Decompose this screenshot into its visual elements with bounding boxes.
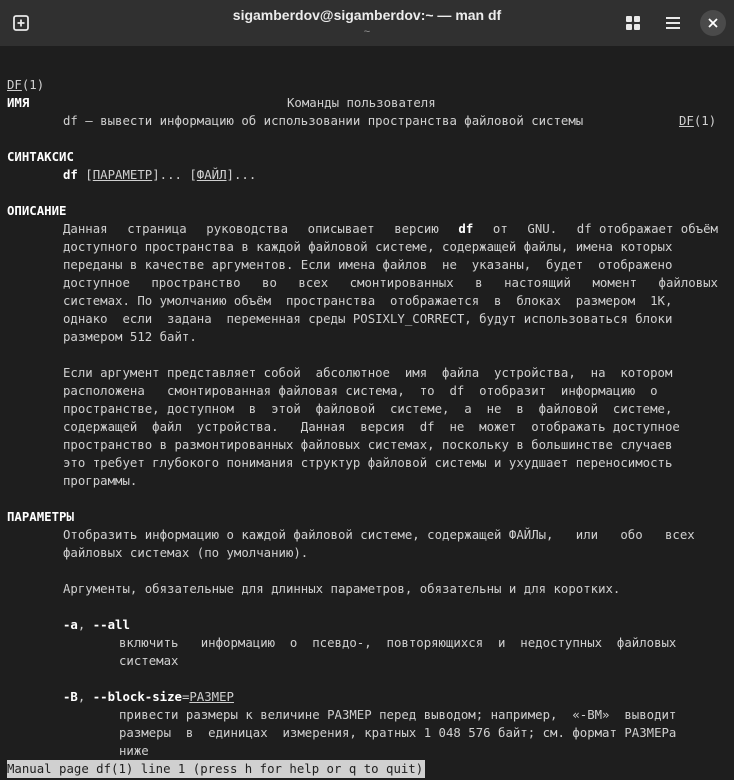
section-name-text: df — вывести информацию об использовании… <box>63 114 584 128</box>
opt-line-1: Отобразить информацию о каждой файловой … <box>63 528 695 542</box>
section-description-heading: ОПИСАНИЕ <box>7 204 67 218</box>
title-bar: sigamberdov@sigamberdov:~ — man df ~ <box>0 0 734 46</box>
close-icon <box>708 18 718 28</box>
section-options-heading: ПАРАМЕТРЫ <box>7 510 74 524</box>
tab-overview-button[interactable] <box>619 9 647 37</box>
desc-line-1: Данная страница руководства описывает версию… <box>63 222 718 236</box>
terminal-window: sigamberdov@sigamberdov:~ — man df ~ DF(… <box>0 0 734 780</box>
desc2-line-2: расположена смонтированная файловая сист… <box>63 384 658 398</box>
option-a-desc-1: включить информацию о псевдо-, повторяющ… <box>119 636 677 650</box>
desc-line-5: системах. По умолчанию объём пространств… <box>63 294 673 308</box>
desc2-line-1: Если аргумент представляет собой абсолют… <box>63 366 673 380</box>
pager-status-bar: Manual page df(1) line 1 (press h for he… <box>7 760 426 778</box>
desc2-line-6: это требует глубокого понимания структур… <box>63 456 673 470</box>
option-B: -B, --block-size=РАЗМЕР <box>63 690 234 704</box>
option-B-desc-3: ниже <box>119 744 149 758</box>
opt-line-2: файловых системах (по умолчанию). <box>63 546 309 560</box>
section-name-heading: ИМЯ <box>7 96 30 110</box>
hamburger-icon <box>666 17 680 29</box>
option-a-desc-2: системах <box>119 654 179 668</box>
desc-line-3: переданы в качестве аргументов. Если име… <box>63 258 673 272</box>
man-header: DF(1) Команды пользователя DF(1) <box>7 78 717 128</box>
option-B-desc-2: размеры в единицах измерения, кратных 1 … <box>119 726 677 740</box>
terminal-content[interactable]: DF(1) Команды пользователя DF(1) ИМЯ df … <box>0 46 734 780</box>
option-B-desc-1: привести размеры к величине РАЗМЕР перед… <box>119 708 677 722</box>
desc2-line-7: программы. <box>63 474 138 488</box>
desc2-line-4: содержащей файл устройства. Данная верси… <box>63 420 680 434</box>
desc-line-2: доступного пространства в каждой файлово… <box>63 240 673 254</box>
desc2-line-5: пространство в размонтированных файловых… <box>63 438 673 452</box>
desc-line-4: доступное пространство во всех смонтированны… <box>63 276 718 290</box>
grid-icon <box>626 16 640 30</box>
desc-line-6: однако если задана переменная среды POSI… <box>63 312 673 326</box>
opt-line-3: Аргументы, обязательные для длинных пара… <box>63 582 621 596</box>
option-a: -a, --all <box>63 618 130 632</box>
menu-button[interactable] <box>659 9 687 37</box>
desc2-line-3: пространстве, доступном в этой файловой … <box>63 402 673 416</box>
desc-line-7: размером 512 байт. <box>63 330 197 344</box>
section-synopsis-heading: СИНТАКСИС <box>7 150 74 164</box>
header-right-link[interactable]: DF <box>679 114 694 128</box>
header-left-link[interactable]: DF <box>7 78 22 92</box>
header-center: Команды пользователя <box>287 96 436 110</box>
close-button[interactable] <box>700 10 726 36</box>
synopsis-line: df [ПАРАМЕТР]... [ФАЙЛ]... <box>63 168 257 182</box>
